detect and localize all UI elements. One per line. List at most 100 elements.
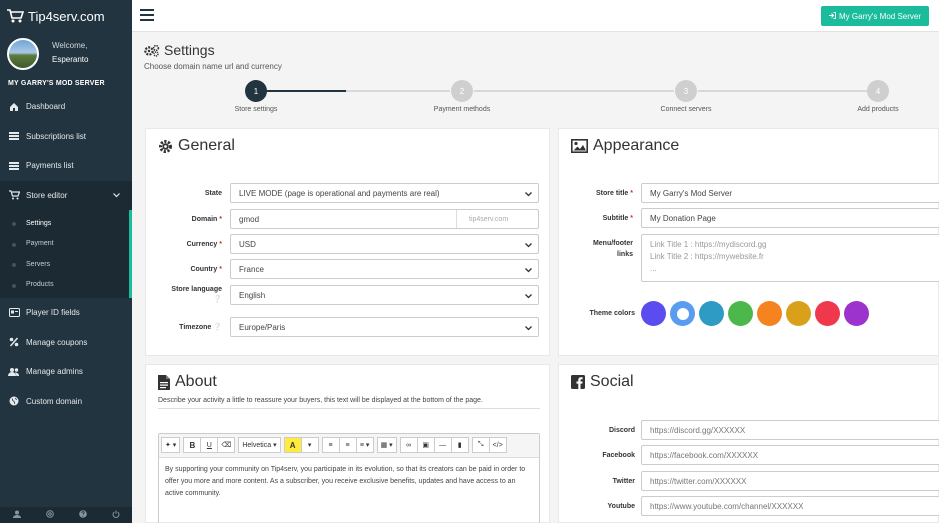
subnav-item-products[interactable]: Products	[0, 275, 129, 296]
bullet-list-icon[interactable]: ≡	[321, 437, 340, 453]
user-icon[interactable]	[12, 510, 21, 520]
step-label-3: Connect servers	[660, 106, 712, 113]
question-circle-icon[interactable]: ❔	[213, 324, 222, 331]
font-color-button[interactable]: A	[283, 437, 302, 453]
power-icon[interactable]	[112, 510, 120, 520]
timezone-select[interactable]: Europe/Paris	[230, 317, 539, 337]
step-line-3	[474, 90, 674, 92]
avatar[interactable]	[7, 38, 39, 70]
sidebar-item-player-id-fields[interactable]: Player ID fields	[0, 298, 132, 328]
twitter-input[interactable]: https://twitter.com/XXXXXX	[641, 471, 939, 491]
sidebar-nav: Dashboard Subscriptions list Payments li…	[0, 92, 132, 416]
facebook-value: https://facebook.com/XXXXXX	[650, 450, 759, 460]
cart-logo-icon	[7, 9, 24, 23]
menu-toggle-icon[interactable]	[140, 9, 154, 23]
domain-row: Domain * gmod tip4serv.com	[146, 209, 539, 229]
font-name: Helvetica	[242, 441, 272, 449]
step-dot-4[interactable]: 4	[867, 80, 889, 102]
sidebar-item-custom-domain[interactable]: Custom domain	[0, 387, 132, 417]
globe-icon	[8, 395, 20, 407]
at-icon[interactable]	[45, 510, 54, 520]
discord-row: Discord https://discord.gg/XXXXXX	[559, 420, 939, 440]
logo[interactable]: Tip4serv.com	[0, 0, 132, 32]
theme-color-swatch[interactable]	[699, 301, 724, 326]
sidebar-item-store-editor[interactable]: Store editor	[0, 180, 132, 210]
language-label-text: Store language	[171, 286, 222, 293]
sidebar-item-label: Custom domain	[26, 396, 83, 406]
username: Esperanto	[52, 55, 89, 64]
subtitle-input[interactable]: My Donation Page	[641, 208, 939, 228]
font-family-dropdown[interactable]: Helvetica ▾	[238, 437, 281, 453]
discord-input[interactable]: https://discord.gg/XXXXXX	[641, 420, 939, 440]
step-label-1: Store settings	[234, 106, 278, 113]
subnav-item-payment[interactable]: Payment	[0, 234, 129, 255]
code-view-icon[interactable]: </>	[488, 437, 507, 453]
welcome-text: Welcome,	[52, 41, 88, 50]
social-title-text: Social	[590, 373, 634, 390]
theme-color-swatch[interactable]	[815, 301, 840, 326]
state-select[interactable]: LIVE MODE (page is operational and payme…	[230, 183, 539, 203]
theme-color-swatch[interactable]	[728, 301, 753, 326]
table-icon[interactable]: ▦ ▾	[376, 437, 397, 453]
underline-button[interactable]: U	[200, 437, 219, 453]
theme-color-swatch[interactable]	[844, 301, 869, 326]
language-select[interactable]: English	[230, 285, 539, 305]
bold-button[interactable]: B	[183, 437, 202, 453]
links-textarea[interactable]: Link Title 1 : https://mydiscord.gg Link…	[641, 234, 939, 282]
timezone-label-text: Timezone	[179, 324, 212, 331]
state-row: State LIVE MODE (page is operational and…	[146, 183, 539, 203]
appearance-title: Appearance	[571, 137, 679, 155]
subnav-item-servers[interactable]: Servers	[0, 254, 129, 275]
picture-icon[interactable]: ▣	[416, 437, 435, 453]
home-icon	[8, 101, 20, 113]
theme-row: Theme colors	[559, 301, 873, 326]
theme-color-swatch[interactable]	[641, 301, 666, 326]
step-dot-2[interactable]: 2	[451, 80, 473, 102]
chevron-down-icon	[525, 292, 532, 301]
eraser-icon[interactable]: ⌫	[217, 437, 236, 453]
numbered-list-icon[interactable]: ≡	[338, 437, 357, 453]
step-dot-1[interactable]: 1	[245, 80, 267, 102]
magic-wand-icon[interactable]: ✦ ▾	[161, 437, 181, 453]
wizard-steps: 1 2 3 4 Store settings Payment methods C…	[144, 80, 939, 120]
state-label: State	[146, 190, 222, 197]
theme-color-swatch-selected[interactable]	[670, 301, 695, 326]
youtube-label: Youtube	[607, 502, 635, 510]
timezone-row: Timezone ❔ Europe/Paris	[146, 317, 539, 337]
help-icon[interactable]	[78, 510, 87, 520]
video-icon[interactable]: ▮	[450, 437, 469, 453]
facebook-icon	[571, 375, 585, 389]
sidebar-item-label: Player ID fields	[26, 308, 80, 318]
sidebar-item-payments[interactable]: Payments list	[0, 151, 132, 181]
general-card: General State LIVE MODE (page is operati…	[145, 128, 550, 356]
align-dropdown[interactable]: ≡ ▾	[355, 437, 374, 453]
fullscreen-icon[interactable]: ⤡	[471, 437, 490, 453]
store-title-input[interactable]: My Garry's Mod Server	[641, 183, 939, 203]
step-dot-3[interactable]: 3	[675, 80, 697, 102]
social-title: Social	[571, 373, 634, 391]
sidebar-item-subscriptions[interactable]: Subscriptions list	[0, 122, 132, 152]
link-icon[interactable]: ∞	[399, 437, 418, 453]
sidebar-item-manage-coupons[interactable]: Manage coupons	[0, 328, 132, 358]
country-select[interactable]: France	[230, 259, 539, 279]
sidebar-item-label: Store editor	[26, 190, 68, 200]
server-button[interactable]: My Garry's Mod Server	[821, 6, 929, 26]
question-circle-icon[interactable]: ❔	[213, 296, 222, 303]
font-color-dropdown[interactable]: ▾	[300, 437, 319, 453]
facebook-input[interactable]: https://facebook.com/XXXXXX	[641, 445, 939, 465]
theme-label: Theme colors	[589, 310, 635, 317]
currency-select[interactable]: USD	[230, 234, 539, 254]
step-line-2	[346, 90, 450, 92]
domain-label: Domain *	[191, 215, 222, 223]
rich-text-editor: ✦ ▾ B U ⌫ Helvetica ▾ A ▾ ≡ ≡ ≡ ▾ ▦ ▾ ∞ …	[158, 433, 540, 523]
theme-color-swatch[interactable]	[786, 301, 811, 326]
editor-content[interactable]: By supporting your community on Tip4serv…	[159, 458, 539, 506]
domain-input[interactable]: gmod tip4serv.com	[230, 209, 539, 229]
horizontal-rule-icon[interactable]: —	[433, 437, 452, 453]
cart-icon	[8, 189, 20, 201]
youtube-input[interactable]: https://www.youtube.com/channel/XXXXXX	[641, 496, 939, 516]
subnav-item-settings[interactable]: Settings	[0, 213, 129, 234]
sidebar-item-dashboard[interactable]: Dashboard	[0, 92, 132, 122]
theme-color-swatch[interactable]	[757, 301, 782, 326]
sidebar-item-manage-admins[interactable]: Manage admins	[0, 357, 132, 387]
